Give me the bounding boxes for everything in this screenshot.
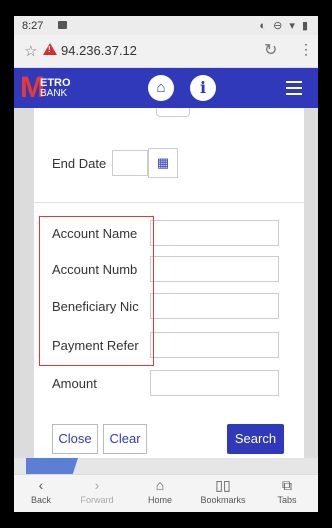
account-number-input[interactable] <box>150 256 279 282</box>
bookmarks-icon: ▯▯ <box>215 477 231 493</box>
beneficiary-nickname-input[interactable] <box>150 293 279 319</box>
calendar-icon[interactable]: ▦ <box>148 148 178 178</box>
amount-label: Amount <box>52 376 97 391</box>
home-icon[interactable]: ⌂ <box>148 75 174 101</box>
system-nav-area <box>14 512 318 528</box>
status-time: 8:27 <box>22 20 44 32</box>
close-button[interactable]: Close <box>52 424 98 454</box>
collapsed-control[interactable] <box>156 108 190 117</box>
browser-bottom-bar: ‹ Back › Forward ⌂ Home ▯▯ Bookmarks ⧉ T… <box>14 474 318 512</box>
status-icons: ◐ ⊖ ▾ ▮ <box>259 20 310 32</box>
phone-screen: 8:27 ◐ ⊖ ▾ ▮ ☆ ! 94.236.37.12 ↻ ⋮ M ETRO… <box>14 16 318 528</box>
page-content: End Date ▦ Account Name Account Numb Ben… <box>14 108 318 458</box>
info-icon[interactable]: i <box>190 75 216 101</box>
reload-icon[interactable]: ↻ <box>264 40 277 60</box>
search-form: End Date ▦ Account Name Account Numb Ben… <box>34 108 304 458</box>
notification-icon <box>58 21 67 29</box>
url-text[interactable]: 94.236.37.12 <box>61 43 137 58</box>
nav-home[interactable]: ⌂ Home <box>133 477 187 505</box>
partial-banner <box>26 458 78 474</box>
overflow-menu-icon[interactable]: ⋮ <box>299 41 313 58</box>
metro-bank-logo[interactable]: M ETRO BANK <box>20 72 71 104</box>
browser-url-bar: ☆ ! 94.236.37.12 ↻ ⋮ <box>14 35 318 68</box>
forward-icon: › <box>94 477 100 493</box>
home-icon: ⌂ <box>155 477 165 493</box>
star-icon[interactable]: ☆ <box>24 42 37 60</box>
warning-mark: ! <box>48 45 51 54</box>
divider <box>34 202 304 203</box>
end-date-input[interactable] <box>112 150 148 176</box>
nav-back[interactable]: ‹ Back <box>14 477 68 505</box>
highlight-box <box>39 216 154 366</box>
site-navbar: M ETRO BANK ⌂ i <box>14 68 318 108</box>
nav-tabs[interactable]: ⧉ Tabs <box>260 477 314 505</box>
status-bar: 8:27 ◐ ⊖ ▾ ▮ <box>14 16 318 35</box>
back-icon: ‹ <box>38 477 44 493</box>
hamburger-menu-icon[interactable] <box>286 81 302 99</box>
amount-input[interactable] <box>150 370 279 396</box>
end-date-label: End Date <box>52 156 107 171</box>
search-button[interactable]: Search <box>227 424 284 454</box>
account-name-input[interactable] <box>150 220 279 246</box>
tabs-icon: ⧉ <box>282 477 292 493</box>
nav-forward[interactable]: › Forward <box>70 477 124 505</box>
clear-button[interactable]: Clear <box>103 424 147 454</box>
nav-bookmarks[interactable]: ▯▯ Bookmarks <box>196 477 250 505</box>
payment-reference-input[interactable] <box>150 332 279 358</box>
